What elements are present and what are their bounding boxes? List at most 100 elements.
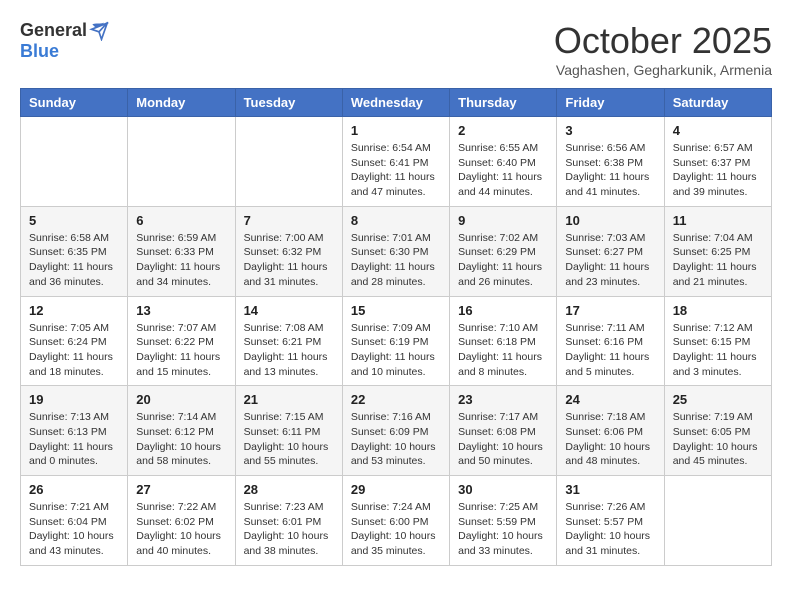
day-number: 15 bbox=[351, 303, 441, 318]
calendar-cell: 21 Sunrise: 7:15 AM Sunset: 6:11 PM Dayli… bbox=[235, 386, 342, 476]
calendar-cell: 16Sunrise: 7:10 AM Sunset: 6:18 PM Dayli… bbox=[450, 296, 557, 386]
day-info: Sunrise: 7:16 AM Sunset: 6:09 PM Dayligh… bbox=[351, 410, 441, 469]
calendar-cell: 29Sunrise: 7:24 AM Sunset: 6:00 PM Dayli… bbox=[342, 476, 449, 566]
day-number: 5 bbox=[29, 213, 119, 228]
month-title: October 2025 bbox=[554, 20, 772, 62]
column-header-sunday: Sunday bbox=[21, 89, 128, 117]
day-number: 14 bbox=[244, 303, 334, 318]
location-subtitle: Vaghashen, Gegharkunik, Armenia bbox=[554, 62, 772, 78]
day-number: 30 bbox=[458, 482, 548, 497]
calendar-cell: 31 Sunrise: 7:26 AM Sunset: 5:57 PM Dayli… bbox=[557, 476, 664, 566]
day-info: Sunrise: 6:59 AM Sunset: 6:33 PM Dayligh… bbox=[136, 231, 226, 290]
day-info: Sunrise: 7:02 AM Sunset: 6:29 PM Dayligh… bbox=[458, 231, 548, 290]
calendar-cell: 10Sunrise: 7:03 AM Sunset: 6:27 PM Dayli… bbox=[557, 206, 664, 296]
day-number: 8 bbox=[351, 213, 441, 228]
day-info: Sunrise: 7:19 AM Sunset: 6:05 PM Dayligh… bbox=[673, 410, 763, 469]
day-info: Sunrise: 7:07 AM Sunset: 6:22 PM Dayligh… bbox=[136, 321, 226, 380]
logo-blue-text: Blue bbox=[20, 41, 59, 62]
calendar-week-row: 19 Sunrise: 7:13 AM Sunset: 6:13 PM Dayli… bbox=[21, 386, 772, 476]
page-header: General Blue October 2025 Vaghashen, Geg… bbox=[20, 20, 772, 78]
day-number: 19 bbox=[29, 392, 119, 407]
calendar-cell: 24Sunrise: 7:18 AM Sunset: 6:06 PM Dayli… bbox=[557, 386, 664, 476]
day-number: 4 bbox=[673, 123, 763, 138]
day-number: 13 bbox=[136, 303, 226, 318]
day-number: 6 bbox=[136, 213, 226, 228]
day-number: 12 bbox=[29, 303, 119, 318]
calendar-cell: 26 Sunrise: 7:21 AM Sunset: 6:04 PM Dayli… bbox=[21, 476, 128, 566]
day-number: 9 bbox=[458, 213, 548, 228]
calendar-cell: 2 Sunrise: 6:55 AM Sunset: 6:40 PM Daylig… bbox=[450, 117, 557, 207]
calendar-week-row: 1 Sunrise: 6:54 AM Sunset: 6:41 PM Daylig… bbox=[21, 117, 772, 207]
day-info: Sunrise: 6:54 AM Sunset: 6:41 PM Dayligh… bbox=[351, 141, 441, 200]
calendar-week-row: 12 Sunrise: 7:05 AM Sunset: 6:24 PM Dayli… bbox=[21, 296, 772, 386]
column-header-thursday: Thursday bbox=[450, 89, 557, 117]
day-info: Sunrise: 7:04 AM Sunset: 6:25 PM Dayligh… bbox=[673, 231, 763, 290]
calendar-cell bbox=[664, 476, 771, 566]
day-info: Sunrise: 7:25 AM Sunset: 5:59 PM Dayligh… bbox=[458, 500, 548, 559]
day-info: Sunrise: 6:58 AM Sunset: 6:35 PM Dayligh… bbox=[29, 231, 119, 290]
calendar-cell bbox=[235, 117, 342, 207]
calendar-cell: 22Sunrise: 7:16 AM Sunset: 6:09 PM Dayli… bbox=[342, 386, 449, 476]
calendar-table: SundayMondayTuesdayWednesdayThursdayFrid… bbox=[20, 88, 772, 566]
day-info: Sunrise: 7:05 AM Sunset: 6:24 PM Dayligh… bbox=[29, 321, 119, 380]
day-info: Sunrise: 7:09 AM Sunset: 6:19 PM Dayligh… bbox=[351, 321, 441, 380]
column-header-monday: Monday bbox=[128, 89, 235, 117]
calendar-cell: 6 Sunrise: 6:59 AM Sunset: 6:33 PM Daylig… bbox=[128, 206, 235, 296]
calendar-cell: 30 Sunrise: 7:25 AM Sunset: 5:59 PM Dayli… bbox=[450, 476, 557, 566]
day-number: 1 bbox=[351, 123, 441, 138]
calendar-week-row: 26 Sunrise: 7:21 AM Sunset: 6:04 PM Dayli… bbox=[21, 476, 772, 566]
title-section: October 2025 Vaghashen, Gegharkunik, Arm… bbox=[554, 20, 772, 78]
column-header-saturday: Saturday bbox=[664, 89, 771, 117]
day-info: Sunrise: 7:17 AM Sunset: 6:08 PM Dayligh… bbox=[458, 410, 548, 469]
day-info: Sunrise: 7:18 AM Sunset: 6:06 PM Dayligh… bbox=[565, 410, 655, 469]
calendar-cell: 18 Sunrise: 7:12 AM Sunset: 6:15 PM Dayli… bbox=[664, 296, 771, 386]
calendar-cell: 5 Sunrise: 6:58 AM Sunset: 6:35 PM Daylig… bbox=[21, 206, 128, 296]
day-info: Sunrise: 6:56 AM Sunset: 6:38 PM Dayligh… bbox=[565, 141, 655, 200]
day-number: 11 bbox=[673, 213, 763, 228]
day-number: 18 bbox=[673, 303, 763, 318]
day-number: 3 bbox=[565, 123, 655, 138]
day-info: Sunrise: 7:13 AM Sunset: 6:13 PM Dayligh… bbox=[29, 410, 119, 469]
day-number: 31 bbox=[565, 482, 655, 497]
column-header-wednesday: Wednesday bbox=[342, 89, 449, 117]
calendar-cell: 3 Sunrise: 6:56 AM Sunset: 6:38 PM Daylig… bbox=[557, 117, 664, 207]
column-header-friday: Friday bbox=[557, 89, 664, 117]
day-number: 17 bbox=[565, 303, 655, 318]
calendar-cell: 19 Sunrise: 7:13 AM Sunset: 6:13 PM Dayli… bbox=[21, 386, 128, 476]
calendar-cell: 25 Sunrise: 7:19 AM Sunset: 6:05 PM Dayli… bbox=[664, 386, 771, 476]
day-info: Sunrise: 7:11 AM Sunset: 6:16 PM Dayligh… bbox=[565, 321, 655, 380]
day-info: Sunrise: 7:10 AM Sunset: 6:18 PM Dayligh… bbox=[458, 321, 548, 380]
calendar-cell: 12 Sunrise: 7:05 AM Sunset: 6:24 PM Dayli… bbox=[21, 296, 128, 386]
column-header-tuesday: Tuesday bbox=[235, 89, 342, 117]
calendar-cell: 15 Sunrise: 7:09 AM Sunset: 6:19 PM Dayli… bbox=[342, 296, 449, 386]
day-info: Sunrise: 7:12 AM Sunset: 6:15 PM Dayligh… bbox=[673, 321, 763, 380]
logo-bird-icon bbox=[89, 21, 109, 41]
calendar-cell: 4 Sunrise: 6:57 AM Sunset: 6:37 PM Daylig… bbox=[664, 117, 771, 207]
calendar-cell: 27Sunrise: 7:22 AM Sunset: 6:02 PM Dayli… bbox=[128, 476, 235, 566]
day-info: Sunrise: 6:55 AM Sunset: 6:40 PM Dayligh… bbox=[458, 141, 548, 200]
day-info: Sunrise: 7:26 AM Sunset: 5:57 PM Dayligh… bbox=[565, 500, 655, 559]
calendar-week-row: 5 Sunrise: 6:58 AM Sunset: 6:35 PM Daylig… bbox=[21, 206, 772, 296]
day-info: Sunrise: 6:57 AM Sunset: 6:37 PM Dayligh… bbox=[673, 141, 763, 200]
day-number: 20 bbox=[136, 392, 226, 407]
day-info: Sunrise: 7:22 AM Sunset: 6:02 PM Dayligh… bbox=[136, 500, 226, 559]
day-number: 10 bbox=[565, 213, 655, 228]
day-info: Sunrise: 7:01 AM Sunset: 6:30 PM Dayligh… bbox=[351, 231, 441, 290]
logo: General Blue bbox=[20, 20, 109, 62]
day-info: Sunrise: 7:21 AM Sunset: 6:04 PM Dayligh… bbox=[29, 500, 119, 559]
day-number: 25 bbox=[673, 392, 763, 407]
logo-general-text: General bbox=[20, 20, 87, 41]
calendar-cell: 14 Sunrise: 7:08 AM Sunset: 6:21 PM Dayli… bbox=[235, 296, 342, 386]
day-number: 23 bbox=[458, 392, 548, 407]
day-number: 21 bbox=[244, 392, 334, 407]
calendar-cell: 11 Sunrise: 7:04 AM Sunset: 6:25 PM Dayli… bbox=[664, 206, 771, 296]
calendar-cell: 23 Sunrise: 7:17 AM Sunset: 6:08 PM Dayli… bbox=[450, 386, 557, 476]
day-info: Sunrise: 7:08 AM Sunset: 6:21 PM Dayligh… bbox=[244, 321, 334, 380]
day-info: Sunrise: 7:15 AM Sunset: 6:11 PM Dayligh… bbox=[244, 410, 334, 469]
day-number: 26 bbox=[29, 482, 119, 497]
day-info: Sunrise: 7:24 AM Sunset: 6:00 PM Dayligh… bbox=[351, 500, 441, 559]
day-number: 7 bbox=[244, 213, 334, 228]
calendar-cell: 13 Sunrise: 7:07 AM Sunset: 6:22 PM Dayli… bbox=[128, 296, 235, 386]
calendar-cell: 1 Sunrise: 6:54 AM Sunset: 6:41 PM Daylig… bbox=[342, 117, 449, 207]
day-number: 2 bbox=[458, 123, 548, 138]
